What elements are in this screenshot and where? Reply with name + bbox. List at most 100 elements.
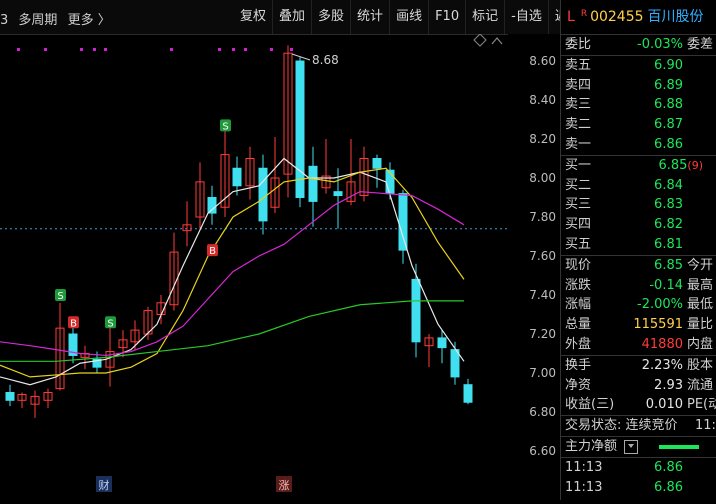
r-icon: R (580, 9, 588, 19)
candle-down (463, 384, 473, 403)
bid-row-label: 买二 (565, 177, 592, 193)
bid-row-value: 6.82 (654, 217, 683, 233)
bid-row-value: 6.81 (654, 236, 683, 252)
stat2-row-xlabel: 流通 (687, 377, 714, 393)
price-axis-label: 7.20 (529, 327, 556, 341)
candle-down (207, 197, 217, 214)
top-dot (170, 48, 173, 51)
kline-chart[interactable]: S B S S B 8.68 财 涨 (0, 33, 508, 500)
top-dot (290, 48, 293, 51)
stat-row-label: 总量 (565, 317, 592, 333)
limit-up-badge[interactable]: 涨 (276, 476, 292, 492)
bid-row: 买二 6.84 (561, 176, 716, 196)
stat-row-value: -2.00% (637, 297, 683, 313)
bid-row: 买四 6.82 (561, 215, 716, 235)
ask-row-value: 6.86 (654, 136, 683, 152)
ask-row: 卖四 6.89 (561, 76, 716, 96)
candle-down (295, 60, 305, 198)
candle-down (450, 349, 460, 378)
trade-status-row: 交易状态: 连续竞价 11:1 (561, 415, 716, 436)
marker-text: S (107, 318, 113, 329)
chevron-down-icon[interactable] (624, 439, 638, 454)
weibi-value: -0.03% (637, 37, 683, 52)
stat2-row-value: 2.93 (654, 377, 683, 393)
quote-header: L R 002455 百川股份 (561, 0, 716, 34)
ask-row-value: 6.90 (654, 57, 683, 73)
ask-row-label: 卖二 (565, 117, 592, 133)
finance-badge-text: 财 (99, 478, 110, 492)
ask-row-value: 6.87 (654, 117, 683, 133)
stat2-row: 换手 2.23% 股本 (561, 356, 716, 376)
stat2-row-value: 2.23% (641, 357, 683, 373)
tick-row: 11:13 6.86 (561, 478, 716, 498)
top-dot (232, 48, 235, 51)
candle-down (308, 165, 318, 202)
collapse-icon[interactable] (491, 37, 503, 45)
price-axis-label: 8.40 (529, 93, 556, 107)
candle-down (258, 167, 268, 222)
stat2-row-xlabel: 股本 (687, 357, 714, 373)
stat-row-label: 外盘 (565, 336, 592, 352)
kline-svg[interactable]: S B S S B 8.68 财 涨 (0, 33, 508, 500)
price-axis-label: 8.00 (529, 171, 556, 185)
stat-row: 涨幅 -2.00% 最低 (561, 295, 716, 315)
ma-magenta-line (0, 191, 465, 357)
trade-time: 11:1 (695, 418, 716, 434)
diamond-icon[interactable] (473, 33, 487, 47)
candle-down (232, 167, 242, 187)
price-axis-label: 7.00 (529, 366, 556, 380)
top-dot (44, 48, 47, 51)
multi-period-button[interactable]: 多周期 (18, 13, 57, 28)
ask-row-label: 卖四 (565, 77, 592, 93)
stat-row-label: 涨跌 (565, 277, 592, 293)
marker-text: S (57, 291, 63, 302)
ask-row-value: 6.88 (654, 97, 683, 113)
stat-row-xlabel: 内盘 (687, 336, 714, 352)
weibi-row: 委比 -0.03% 委差 (561, 34, 716, 55)
draw-line-button[interactable]: 画线 (389, 0, 428, 34)
top-dot (80, 48, 83, 51)
stat2-row-label: 换手 (565, 357, 592, 373)
stat-row-value: 115591 (633, 317, 683, 333)
finance-badge[interactable]: 财 (96, 476, 112, 492)
stat-row-xlabel: 最高 (687, 277, 714, 293)
bid-row: 买五 6.81 (561, 235, 716, 255)
remove-watchlist-button[interactable]: -自选 (504, 0, 548, 34)
multi-stock-button[interactable]: 多股 (311, 0, 350, 34)
main-flow-row[interactable]: 主力净额 (561, 435, 716, 457)
quote-panel: L R 002455 百川股份 委比 -0.03% 委差 卖五 6.90 卖四 6.89 卖三… (560, 0, 716, 500)
toolbar-left: 3 多周期 更多 〉 (0, 9, 117, 28)
tick-list: 11:13 6.86 11:13 6.86 (561, 456, 716, 498)
ask-row-label: 卖三 (565, 97, 592, 113)
stock-name[interactable]: 百川股份 (648, 9, 704, 25)
stat-row-label: 现价 (565, 257, 592, 273)
high-price-pointer (291, 53, 311, 61)
bid-row-value: 6.85(9) (658, 157, 703, 173)
stat2-row: 净资 2.93 流通 (561, 376, 716, 396)
tick-time: 11:13 (565, 459, 603, 475)
stat-row-xlabel: 今开 (687, 257, 714, 273)
ask-row: 卖五 6.90 (561, 56, 716, 76)
stat-row-value: -0.14 (649, 277, 683, 293)
top-dot (244, 48, 247, 51)
marker-text: S (222, 121, 228, 132)
restore-rights-button[interactable]: 复权 (234, 0, 272, 34)
stat2-row: 收益(三) 0.010PE(动 (561, 395, 716, 415)
mark-button[interactable]: 标记 (465, 0, 504, 34)
top-dot (104, 48, 107, 51)
stats2-list: 换手 2.23%股本净资 2.93流通收益(三) 0.010PE(动 (561, 354, 716, 415)
price-axis-label: 7.60 (529, 249, 556, 263)
stock-code[interactable]: 002455 (590, 9, 643, 25)
more-button[interactable]: 更多 〉 (68, 13, 111, 28)
price-axis: 8.60 8.40 8.20 8.00 7.80 7.60 7.40 7.20 7.00 6.80… (508, 34, 560, 500)
stat-row: 现价 6.85 今开 (561, 256, 716, 276)
top-dot (218, 48, 221, 51)
ask-row: 卖二 6.87 (561, 115, 716, 135)
price-axis-label: 7.80 (529, 210, 556, 224)
f10-button[interactable]: F10 (428, 0, 465, 34)
statistics-button[interactable]: 统计 (350, 0, 389, 34)
candle-down (333, 191, 343, 197)
overlay-button[interactable]: 叠加 (272, 0, 311, 34)
bid-row-label: 买三 (565, 197, 592, 213)
stat-row-xlabel: 最低 (687, 297, 714, 313)
